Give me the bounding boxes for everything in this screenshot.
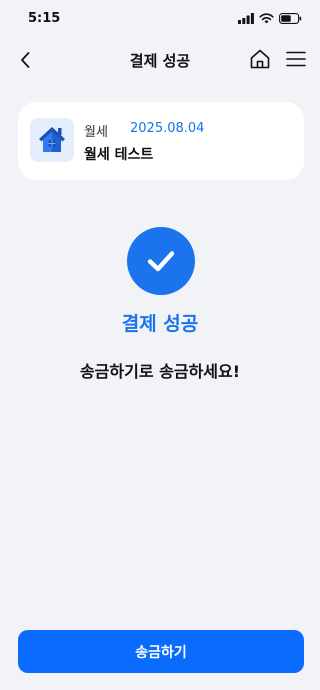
status-icons [238,12,302,24]
wifi-icon [259,9,274,28]
nav-bar: 결제 성공 [0,38,320,82]
status-bar: 5:15 [0,0,320,38]
cellular-signal-icon [238,9,254,28]
battery-icon [279,9,302,28]
payment-date: 2025.08.04 [130,121,205,136]
payment-name: 월세 테스트 [84,147,154,163]
page-title: 결제 성공 [129,52,191,70]
house-icon-tile [30,118,74,162]
payment-info-card: 월세 2025.08.04 월세 테스트 [18,102,304,180]
status-time: 5:15 [28,11,61,26]
success-message: 송금하기로 송금하세요! [79,362,241,381]
chevron-left-icon[interactable] [14,48,38,72]
success-title: 결제 성공 [121,313,199,335]
transfer-button[interactable]: 송금하기 [18,630,304,673]
success-badge [127,227,195,295]
payment-type-label: 월세 [84,125,108,140]
hamburger-menu-icon[interactable] [284,47,308,71]
home-icon[interactable] [248,47,272,71]
